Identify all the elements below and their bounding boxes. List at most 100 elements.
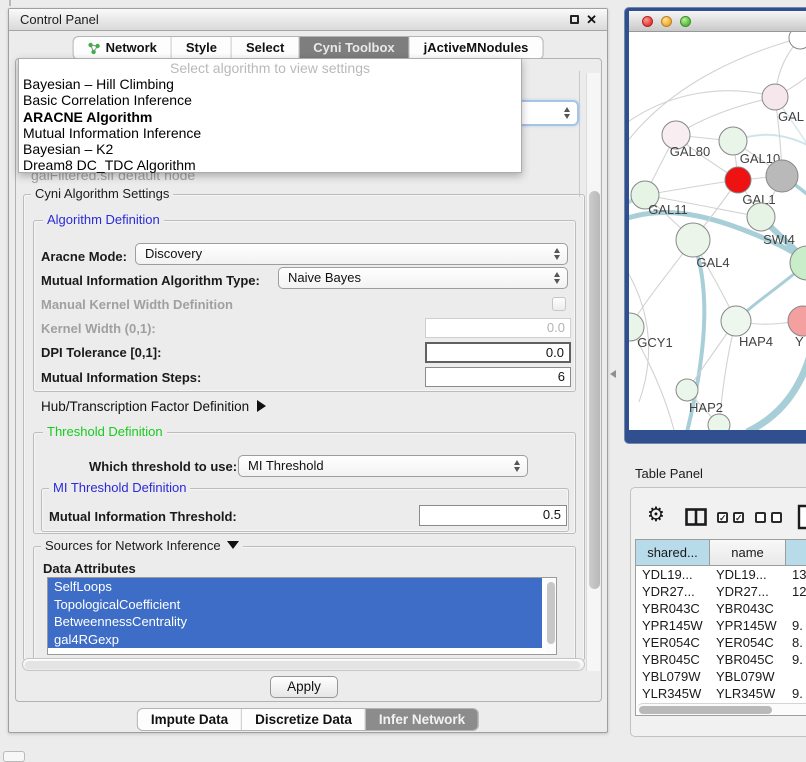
tab-select[interactable]: Select <box>231 37 298 59</box>
table-row[interactable]: YDL19...YDL19...13 <box>636 566 806 583</box>
mi-type-combobox[interactable]: Naive Bayes <box>278 267 568 289</box>
threshold-group-title: Threshold Definition <box>43 425 167 439</box>
algorithm-definition-title: Algorithm Definition <box>43 213 164 227</box>
node-unlabeled[interactable] <box>789 32 806 49</box>
minimize-button[interactable] <box>661 16 672 27</box>
apply-button[interactable]: Apply <box>270 676 338 698</box>
table-cell: YLR345W <box>636 685 710 702</box>
node-label-gal4: GAL4 <box>696 255 729 270</box>
table-cell: YBR045C <box>710 651 786 668</box>
unchecked-boxes-icon[interactable] <box>755 512 782 523</box>
mi-threshold-field[interactable]: 0.5 <box>419 505 567 526</box>
network-window-titlebar[interactable] <box>629 11 806 32</box>
node-label-swi4: SWI4 <box>763 232 795 247</box>
network-view-window: GALGAL80GAL10GAL1SWI4GAL11GAL4GCY1HAP4YH… <box>625 8 806 443</box>
column-header-shared-[interactable]: shared... <box>636 540 710 565</box>
table-cell: YPR145W <box>710 617 786 634</box>
table-combobox-partial[interactable]: galFiltered.sif default node <box>31 173 421 188</box>
table-cell: YLR345W <box>710 685 786 702</box>
table-cell: YDR27... <box>636 583 710 600</box>
attribute-item-gal4rgexp[interactable]: gal4RGexp <box>48 631 542 649</box>
table-hscrollbar-track[interactable] <box>637 703 806 715</box>
mi-steps-field[interactable]: 6 <box>425 367 571 387</box>
control-panel-titlebar[interactable]: Control Panel ✕ <box>9 9 607 31</box>
node-gal[interactable] <box>762 84 788 110</box>
table-cell: YER054C <box>636 634 710 651</box>
aracne-mode-label: Aracne Mode: <box>41 249 127 264</box>
table-row[interactable]: YBR045CYBR045C9. <box>636 651 806 668</box>
table-header-row: shared...name <box>636 540 806 566</box>
algorithm-option-aracne-algorithm[interactable]: ARACNE Algorithm <box>19 109 521 125</box>
algorithm-option-bayesian-hill-climbing[interactable]: Bayesian – Hill Climbing <box>19 76 521 92</box>
node-gal1[interactable] <box>725 167 751 193</box>
network-nodes: GALGAL80GAL10GAL1SWI4GAL11GAL4GCY1HAP4YH… <box>629 32 806 430</box>
node-y[interactable] <box>788 306 806 336</box>
algorithm-option-mutual-information-inference[interactable]: Mutual Information Inference <box>19 125 521 141</box>
algorithm-option-basic-correlation-inference[interactable]: Basic Correlation Inference <box>19 92 521 108</box>
attribute-item-selfloops[interactable]: SelfLoops <box>48 578 542 596</box>
expand-arrow-icon <box>257 400 266 412</box>
close-button[interactable] <box>642 16 653 27</box>
tab-cyni-toolbox[interactable]: Cyni Toolbox <box>298 37 408 59</box>
table-row[interactable]: YBR043CYBR043C <box>636 600 806 617</box>
sources-group-title[interactable]: Sources for Network Inference <box>41 539 243 553</box>
panel-divider-collapse-icon[interactable] <box>610 370 616 378</box>
dpi-tolerance-label: DPI Tolerance [0,1]: <box>41 345 161 360</box>
close-icon[interactable]: ✕ <box>586 12 597 28</box>
node-unlabeled[interactable] <box>766 160 798 192</box>
mi-steps-label: Mutual Information Steps: <box>41 370 201 385</box>
table-row[interactable]: YLR345WYLR345W9. <box>636 685 806 702</box>
settings-hscrollbar-thumb[interactable] <box>25 661 580 669</box>
cyni-settings-title: Cyni Algorithm Settings <box>31 187 173 201</box>
aracne-mode-combobox[interactable]: Discovery <box>135 243 568 265</box>
stepper-icon <box>564 107 571 119</box>
tab-label: Select <box>246 37 284 59</box>
tab-discretize-data[interactable]: Discretize Data <box>241 709 365 730</box>
dpi-tolerance-field[interactable]: 0.0 <box>425 342 571 363</box>
table-cell: YBR045C <box>636 651 710 668</box>
tab-network[interactable]: Network <box>74 37 171 59</box>
attributes-scrollbar-thumb[interactable] <box>547 582 555 644</box>
split-columns-icon[interactable] <box>685 508 707 531</box>
column-header-2[interactable] <box>786 540 806 565</box>
float-window-icon[interactable] <box>570 15 579 24</box>
table-row[interactable]: YDR27...YDR27...12 <box>636 583 806 600</box>
node-swi4[interactable] <box>747 203 775 231</box>
network-canvas[interactable]: GALGAL80GAL10GAL1SWI4GAL11GAL4GCY1HAP4YH… <box>629 32 806 430</box>
settings-scrollbar-thumb[interactable] <box>589 191 600 589</box>
kernel-width-field[interactable]: 0.0 <box>425 318 571 338</box>
tab-style[interactable]: Style <box>171 37 231 59</box>
tab-infer-network[interactable]: Infer Network <box>365 709 478 730</box>
manual-kernel-checkbox[interactable] <box>552 297 566 311</box>
table-cell <box>786 600 806 617</box>
algorithm-option-dream8-dc-tdc-algorithm[interactable]: Dream8 DC_TDC Algorithm <box>19 157 521 173</box>
node-hap2[interactable] <box>676 379 698 401</box>
network-icon <box>88 42 101 55</box>
table-cell: YDL19... <box>710 566 786 583</box>
column-header-name[interactable]: name <box>710 540 786 565</box>
group-border-fragment <box>579 71 580 197</box>
gear-icon[interactable]: ⚙ <box>647 505 665 525</box>
which-threshold-combobox[interactable]: MI Threshold <box>238 455 528 477</box>
algorithm-option-bayesian-k2[interactable]: Bayesian – K2 <box>19 141 521 157</box>
document-icon[interactable] <box>797 504 806 535</box>
node-gal4[interactable] <box>676 223 710 257</box>
hub-definition-toggle[interactable]: Hub/Transcription Factor Definition <box>41 399 266 414</box>
settings-hscrollbar-track[interactable] <box>22 658 585 671</box>
checked-boxes-icon[interactable]: ✓✓ <box>717 512 744 523</box>
table-row[interactable]: YBL079WYBL079W <box>636 668 806 685</box>
table-hscrollbar-thumb[interactable] <box>639 706 772 714</box>
zoom-button[interactable] <box>680 16 691 27</box>
settings-scrollbar-track[interactable] <box>586 73 600 671</box>
table-cell: YBR043C <box>710 600 786 617</box>
tab-impute-data[interactable]: Impute Data <box>138 709 241 730</box>
attribute-item-topologicalcoefficient[interactable]: TopologicalCoefficient <box>48 596 542 614</box>
table-row[interactable]: YER054CYER054C8. <box>636 634 806 651</box>
table-row[interactable]: YPR145WYPR145W9. <box>636 617 806 634</box>
table-panel: ⚙ ✓✓ shared...name YDL19...YDL19...13YDR… <box>630 487 806 737</box>
table-cell: 12 <box>786 583 806 600</box>
attribute-item-betweennesscentrality[interactable]: BetweennessCentrality <box>48 613 542 631</box>
node-hap4[interactable] <box>721 306 751 336</box>
data-attributes-label: Data Attributes <box>43 561 136 576</box>
tab-jactivemnodules[interactable]: jActiveMNodules <box>409 37 543 59</box>
